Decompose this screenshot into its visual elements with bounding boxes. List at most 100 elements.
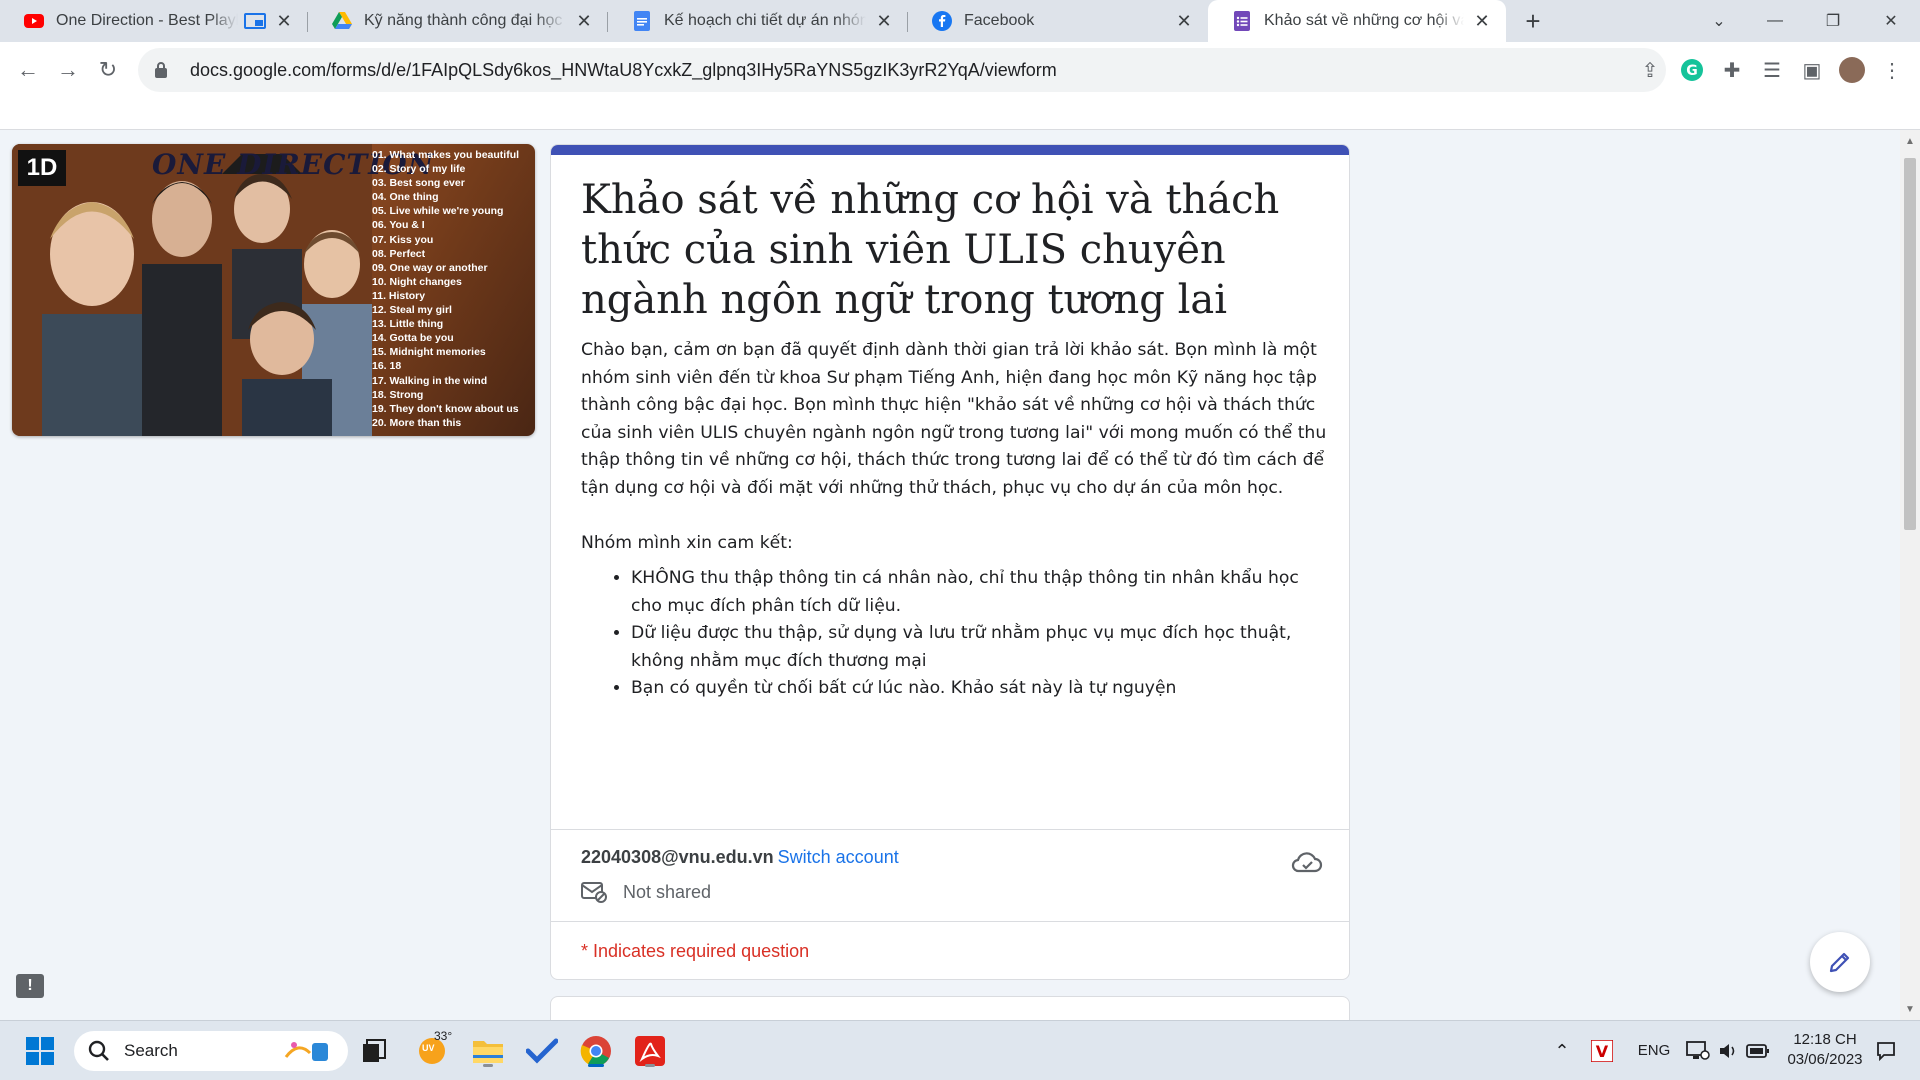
restore-button[interactable]: ❐ [1808, 0, 1858, 42]
band-photo [12, 144, 372, 436]
reload-button[interactable]: ↻ [90, 52, 126, 88]
edit-button[interactable] [1810, 932, 1870, 992]
tab-youtube[interactable]: One Direction - Best Playlist ✕ [0, 0, 308, 42]
acrobat-button[interactable] [630, 1031, 670, 1071]
weather-temp: 33° [434, 1029, 453, 1043]
windows-logo-icon [26, 1037, 54, 1065]
track-item: 12. Steal my girl [372, 304, 452, 317]
track-item: 01. What makes you beautiful [372, 149, 520, 161]
file-explorer-button[interactable] [468, 1031, 508, 1071]
active-indicator [588, 1064, 604, 1067]
chrome-button[interactable] [576, 1031, 616, 1071]
tab-docs[interactable]: Kế hoạch chi tiết dự án nhóm 3 - ✕ [608, 0, 908, 42]
search-label: Search [124, 1041, 178, 1060]
browser-toolbar: ← → ↻ docs.google.com/forms/d/e/1FAIpQLS… [0, 42, 1920, 130]
kebab-menu-icon[interactable]: ⋮ [1878, 56, 1906, 84]
track-item: 17. Walking in the wind [372, 374, 488, 387]
track-item: 16. 18 [372, 360, 402, 373]
account-info: 22040308@vnu.edu.vn Switch account [581, 847, 899, 868]
not-shared-label: Not shared [623, 881, 712, 902]
scroll-down-arrow[interactable]: ▼ [1904, 1004, 1916, 1016]
track-item: 07. Kiss you [372, 233, 434, 246]
list-item: Dữ liệu được thu thập, sử dụng và lưu tr… [631, 620, 1329, 675]
track-item: 04. One thing [372, 191, 439, 204]
chevron-up-icon: ⌃ [1554, 1040, 1570, 1061]
profile-avatar[interactable] [1838, 56, 1866, 84]
scroll-up-arrow[interactable]: ▲ [1904, 136, 1916, 148]
start-button[interactable] [20, 1031, 60, 1071]
minimize-button[interactable]: — [1750, 0, 1800, 42]
tab-strip: One Direction - Best Playlist ✕ Kỹ năng … [0, 0, 1920, 42]
close-icon[interactable]: ✕ [1472, 11, 1492, 31]
track-item: 11. History [372, 289, 426, 302]
svg-text:G: G [1686, 63, 1698, 79]
lock-icon[interactable] [154, 61, 172, 79]
form-description: Chào bạn, cảm ơn bạn đã quyết định dành … [581, 337, 1329, 703]
track-item: 10. Night changes [372, 275, 462, 288]
form-header-card: Khảo sát về những cơ hội và thách thức c… [550, 144, 1350, 980]
close-icon[interactable]: ✕ [574, 11, 594, 31]
forward-button[interactable]: → [50, 52, 86, 88]
page-scrollbar[interactable]: ▲ ▼ [1900, 130, 1920, 1020]
language-indicator[interactable]: ENG [1634, 1042, 1674, 1059]
divider [551, 829, 1349, 830]
track-item: 18. Strong [372, 388, 424, 401]
tab-search-button[interactable]: ⌄ [1694, 0, 1744, 42]
list-item: Bạn có quyền từ chối bất cứ lúc nào. Khả… [631, 675, 1329, 703]
share-icon[interactable]: ⇪ [1638, 58, 1662, 82]
back-button[interactable]: ← [10, 52, 46, 88]
url-text[interactable]: docs.google.com/forms/d/e/1FAIpQLSdy6kos… [190, 60, 1057, 81]
chrome-icon [580, 1036, 611, 1067]
side-panel-icon[interactable]: ▣ [1798, 56, 1826, 84]
close-icon[interactable]: ✕ [874, 11, 894, 31]
tab-drive[interactable]: Kỹ năng thành công đại học - Go ✕ [308, 0, 608, 42]
switch-account-link[interactable]: Switch account [778, 847, 899, 867]
task-view-button[interactable] [354, 1031, 394, 1071]
new-tab-button[interactable]: + [1518, 6, 1548, 36]
clock-date[interactable]: 03/06/2023 [1780, 1051, 1870, 1068]
svg-text:V: V [1596, 1042, 1609, 1061]
report-abuse-icon[interactable]: ! [16, 974, 44, 998]
battery-icon[interactable] [1738, 1031, 1778, 1071]
picture-in-picture-icon[interactable] [244, 13, 266, 29]
tab-facebook[interactable]: Facebook ✕ [908, 0, 1208, 42]
close-window-button[interactable]: ✕ [1866, 0, 1916, 42]
todo-app-button[interactable] [522, 1031, 562, 1071]
notification-center-icon[interactable] [1866, 1031, 1906, 1071]
close-icon[interactable]: ✕ [1174, 11, 1194, 31]
track-item: 06. You & I [372, 219, 425, 232]
track-item: 02. Story of my life [372, 163, 466, 176]
scroll-thumb[interactable] [1904, 158, 1916, 530]
track-item: 09. One way or another [372, 261, 488, 274]
form-accent-bar [551, 145, 1349, 155]
weather-widget[interactable]: 33° UV [412, 1029, 453, 1071]
band-logo: 1D [18, 150, 66, 186]
track-item: 05. Live while we're young [372, 205, 504, 218]
taskbar-search[interactable]: Search [74, 1031, 348, 1071]
tab-title: One Direction - Best Playlist [56, 12, 238, 29]
address-bar[interactable]: docs.google.com/forms/d/e/1FAIpQLSdy6kos… [138, 48, 1699, 92]
show-hidden-icons-button[interactable]: ⌃ [1542, 1031, 1582, 1071]
google-drive-icon [332, 11, 352, 31]
list-item: KHÔNG thu thập thông tin cá nhân nào, ch… [631, 565, 1329, 620]
media-queue-icon[interactable]: ☰ [1758, 56, 1786, 84]
commitment-list: KHÔNG thu thập thông tin cá nhân nào, ch… [581, 565, 1329, 703]
folder-icon [473, 1041, 503, 1063]
form-title: Khảo sát về những cơ hội và thách thức c… [581, 177, 1280, 323]
grammarly-icon[interactable]: G [1678, 56, 1706, 84]
checkmark-icon [526, 1038, 558, 1064]
task-view-icon [363, 1039, 386, 1062]
weather-badge: UV [422, 1043, 435, 1053]
google-docs-icon [632, 11, 652, 31]
required-note: * Indicates required question [581, 941, 810, 961]
form-intro: Chào bạn, cảm ơn bạn đã quyết định dành … [581, 340, 1327, 498]
cloud-save-icon[interactable] [1291, 849, 1323, 875]
track-list: 01. What makes you beautiful 02. Story o… [372, 148, 532, 430]
close-icon[interactable]: ✕ [274, 11, 294, 31]
facebook-icon [932, 11, 952, 31]
antivirus-tray-icon[interactable]: V [1582, 1031, 1622, 1071]
tab-forms[interactable]: Khảo sát về những cơ hội và thác ✕ [1208, 0, 1506, 42]
clock-time[interactable]: 12:18 CH [1780, 1031, 1870, 1048]
pencil-icon [1829, 952, 1850, 973]
extensions-puzzle-icon[interactable]: ✚ [1718, 56, 1746, 84]
